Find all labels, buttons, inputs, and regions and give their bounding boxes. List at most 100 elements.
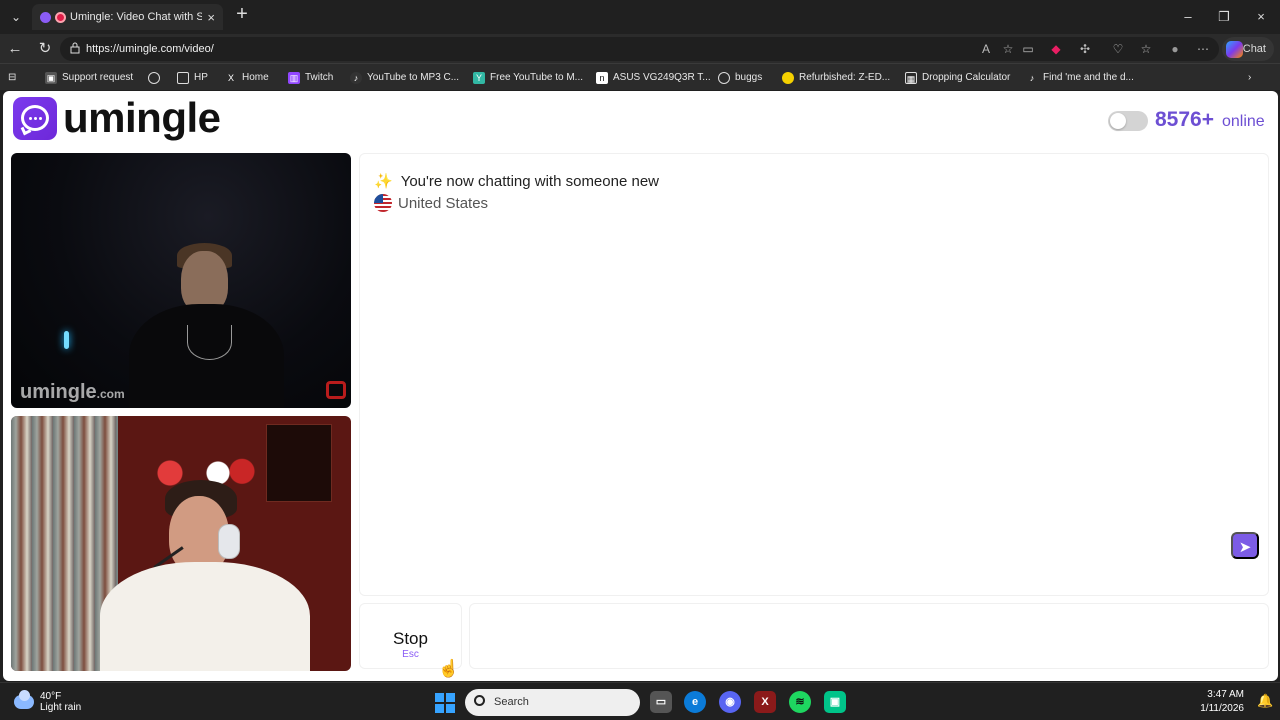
framed-poster bbox=[266, 424, 332, 502]
favorite-star-icon[interactable]: ☆ bbox=[999, 40, 1017, 58]
refresh-icon[interactable]: ↻ bbox=[35, 39, 55, 59]
shield-extension-icon[interactable]: ◆ bbox=[1047, 40, 1065, 58]
restore-window-button[interactable]: ❐ bbox=[1212, 7, 1236, 27]
country-name: United States bbox=[398, 194, 489, 212]
bookmark-globe[interactable] bbox=[148, 69, 165, 87]
bookmark-twitch[interactable]: ▥ Twitch bbox=[288, 69, 333, 87]
stranger-video: umingle.com bbox=[11, 153, 351, 408]
globe-icon bbox=[718, 72, 730, 84]
online-toggle[interactable] bbox=[1108, 111, 1148, 131]
tab-title: Umingle: Video Chat with Stra bbox=[70, 11, 203, 23]
mouse-cursor-icon: ☝ bbox=[438, 659, 460, 678]
bookmarks-bar: ⊟ ▣ Support request HP X Home ▥ Twitch ♪ You… bbox=[0, 63, 1280, 90]
lemon-icon bbox=[782, 72, 794, 84]
weather-description: Light rain bbox=[40, 702, 82, 713]
umingle-logo-icon[interactable] bbox=[13, 97, 57, 140]
bookmark-hp[interactable]: HP bbox=[177, 69, 208, 87]
minimize-window-button[interactable]: – bbox=[1176, 7, 1200, 27]
folder-icon bbox=[177, 72, 189, 84]
white-sweater bbox=[100, 562, 310, 671]
bookmark-refurbished[interactable]: Refurbished: Z-ED... bbox=[782, 69, 890, 87]
report-icon[interactable] bbox=[326, 381, 346, 399]
clock-date: 1/11/2026 bbox=[1200, 703, 1244, 714]
close-window-button[interactable]: × bbox=[1249, 7, 1273, 27]
headset-icon bbox=[218, 524, 240, 559]
windows-taskbar: 40°F Light rain Search ▭ e ◉ X ≋ ▣ 3:47 A… bbox=[0, 682, 1280, 720]
bookmark-asus-monitor[interactable]: n ASUS VG249Q3R T... bbox=[596, 69, 711, 87]
read-aloud-icon[interactable]: A bbox=[977, 40, 995, 58]
new-tab-icon[interactable]: + bbox=[232, 4, 252, 25]
umingle-page: umingle 8576+ online umingle.com ✨ You'r… bbox=[3, 91, 1278, 681]
ytb-icon: Y bbox=[473, 72, 485, 84]
copilot-icon bbox=[1226, 41, 1243, 58]
task-view-icon[interactable]: ▭ bbox=[650, 691, 672, 713]
notion-icon: n bbox=[596, 72, 608, 84]
spotify-icon[interactable]: ≋ bbox=[789, 691, 811, 713]
rain-cloud-icon bbox=[14, 690, 34, 709]
message-input[interactable] bbox=[469, 603, 1269, 669]
search-icon bbox=[474, 695, 485, 706]
online-count: 8576+ bbox=[1155, 108, 1214, 131]
opera-gx-icon[interactable]: X bbox=[754, 691, 776, 713]
bookmark-buggs[interactable]: buggs bbox=[718, 69, 762, 87]
globe-icon bbox=[148, 72, 160, 84]
stranger-country: United States bbox=[374, 194, 488, 212]
new-chat-status: ✨ You're now chatting with someone new bbox=[374, 172, 659, 191]
weather-temperature: 40°F bbox=[40, 691, 62, 702]
profile-avatar-icon[interactable]: ● bbox=[1166, 40, 1184, 58]
browser-toolbar: ← ↻ https://umingle.com/video/ A ☆ ▭ ◆ ✣… bbox=[0, 34, 1280, 63]
send-button[interactable]: ➤ bbox=[1231, 532, 1259, 559]
bookmark-icon: ▣ bbox=[45, 72, 57, 84]
twitch-icon: ▥ bbox=[288, 72, 300, 84]
extensions-icon[interactable]: ✣ bbox=[1076, 40, 1094, 58]
performance-icon[interactable]: ♡ bbox=[1109, 40, 1127, 58]
notification-bell-icon[interactable]: 🔔 bbox=[1257, 694, 1273, 708]
weather-widget[interactable]: 40°F Light rain bbox=[14, 688, 81, 716]
favorites-icon[interactable]: ☆ bbox=[1137, 40, 1155, 58]
stop-label: Stop bbox=[393, 629, 428, 648]
self-video bbox=[11, 416, 351, 671]
calculator-icon: ▦ bbox=[905, 72, 917, 84]
bookmark-tiktok[interactable]: ♪ Find 'me and the d... bbox=[1026, 69, 1134, 87]
tiktok-icon: ♪ bbox=[1029, 73, 1035, 83]
toggle-knob bbox=[1110, 113, 1126, 129]
chain-necklace bbox=[187, 325, 232, 360]
bookmark-home[interactable]: X Home bbox=[225, 69, 269, 87]
taskbar-search[interactable]: Search bbox=[465, 689, 640, 716]
address-bar[interactable]: https://umingle.com/video/ bbox=[60, 37, 1219, 61]
media-app-icon[interactable]: ▣ bbox=[824, 691, 846, 713]
edge-browser-icon[interactable]: e bbox=[684, 691, 706, 713]
system-clock[interactable]: 3:47 AM 1/11/2026 bbox=[1200, 688, 1244, 716]
copilot-chat-button[interactable]: Chat bbox=[1222, 37, 1274, 61]
umingle-watermark: umingle.com bbox=[20, 381, 125, 403]
more-menu-icon[interactable]: ⋯ bbox=[1194, 40, 1212, 58]
bookmark-dropping-calculator[interactable]: ▦ Dropping Calculator bbox=[905, 69, 1010, 87]
browser-tab-strip: ⌄ Umingle: Video Chat with Stra × + – ❐ … bbox=[0, 0, 1280, 34]
us-flag-icon bbox=[374, 194, 392, 212]
close-tab-icon[interactable]: × bbox=[207, 10, 215, 25]
send-icon: ➤ bbox=[1238, 539, 1252, 556]
back-arrow-icon[interactable]: ← bbox=[5, 39, 25, 59]
chat-status-text: You're now chatting with someone new bbox=[400, 172, 659, 190]
recording-indicator-icon bbox=[55, 11, 66, 23]
brand-name[interactable]: umingle bbox=[63, 94, 221, 142]
discord-icon[interactable]: ◉ bbox=[719, 691, 741, 713]
camera-permission-icon[interactable]: ▭ bbox=[1019, 40, 1037, 58]
online-label: online bbox=[1222, 113, 1265, 130]
music-icon: ♪ bbox=[350, 72, 362, 84]
active-browser-tab[interactable]: Umingle: Video Chat with Stra × bbox=[32, 4, 223, 30]
bookmark-youtube-mp3[interactable]: ♪ YouTube to MP3 C... bbox=[350, 69, 459, 87]
x-logo-icon: X bbox=[227, 73, 234, 83]
blue-light bbox=[64, 331, 69, 349]
secure-lock-icon bbox=[70, 42, 80, 54]
tab-actions-icon[interactable]: ⌄ bbox=[6, 7, 26, 27]
windows-start-icon[interactable] bbox=[435, 693, 455, 713]
bookmarks-menu-icon[interactable]: ⊟ bbox=[8, 69, 16, 87]
sparkles-icon: ✨ bbox=[374, 173, 393, 190]
bookmark-support-request[interactable]: ▣ Support request bbox=[45, 69, 133, 87]
copilot-chat-label: Chat bbox=[1242, 43, 1266, 55]
bookmark-free-youtube[interactable]: Y Free YouTube to M... bbox=[473, 69, 583, 87]
clock-time: 3:47 AM bbox=[1207, 689, 1244, 700]
more-bookmarks-icon[interactable]: › bbox=[1248, 69, 1251, 87]
typing-dots-icon bbox=[29, 117, 42, 120]
